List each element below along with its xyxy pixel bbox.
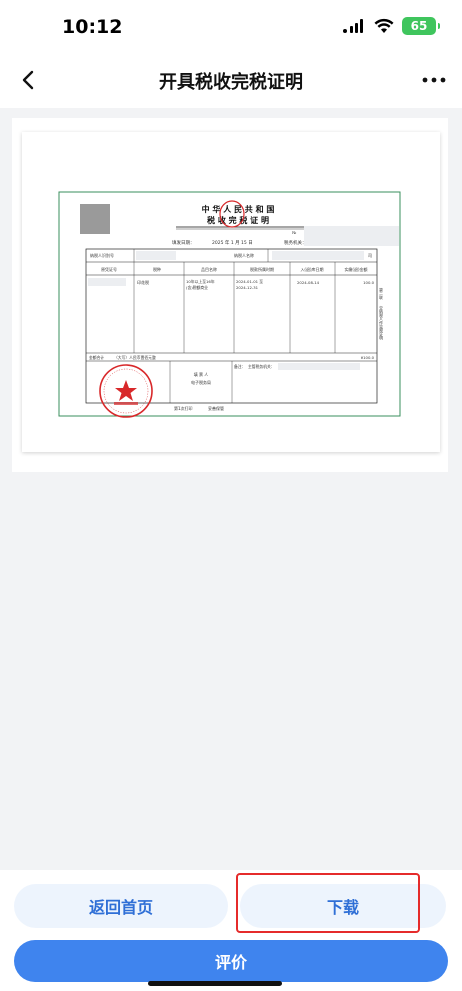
total-amount: ¥100.0 (361, 355, 375, 360)
page-title: 开具税收完税证明 (159, 72, 303, 93)
battery-level: 65 (410, 19, 428, 33)
taxpayer-name-label: 纳税人名称 (234, 252, 254, 258)
col-period: 税款所属时期 (250, 266, 274, 272)
e-tax-label: 电子税务局 (191, 379, 211, 385)
taxpayer-id-blur (136, 251, 176, 260)
certificate-page[interactable]: 中 华 人 民 共 和 国 税 收 完 税 证 明 № 填发日期： 2025 年… (22, 132, 440, 452)
side-note-1: 第二联 (378, 287, 384, 300)
tax-logo (80, 204, 110, 234)
col-entry-date: 入(退)库日期 (300, 266, 323, 272)
nav-bar: 开具税收完税证明 (0, 52, 462, 108)
taxpayer-id-label: 纳税人识别号 (90, 252, 114, 258)
tax-authority-label: 税务机关： (284, 239, 307, 246)
rate-button[interactable]: 评价 (14, 940, 448, 982)
bottom-action-bar: 返回首页 下载 评价 (0, 870, 462, 991)
total-label: 金额合计 (89, 355, 104, 360)
taxpayer-name-blur (272, 251, 364, 260)
cert-no-blur (304, 226, 399, 246)
original-no-blur (88, 278, 126, 286)
row-period-start: 2024-01-01 至 (236, 279, 263, 284)
more-dots-icon[interactable] (418, 66, 450, 94)
total-words: （大写）人民币壹佰元整 (114, 355, 156, 360)
remarks-label: 备注： (234, 364, 245, 369)
col-tax-type: 税种 (153, 266, 161, 272)
col-amount: 实缴(退)金额 (344, 266, 367, 272)
signal-icon (343, 19, 363, 33)
status-icons: 65 (342, 17, 440, 35)
col-original-no: 原凭证号 (101, 266, 117, 272)
wifi-icon (374, 18, 394, 33)
taxpayer-name-suffix: 司 (368, 253, 372, 258)
col-item-name: 品目名称 (201, 266, 217, 272)
preparer-label: 填 票 人 (194, 371, 209, 377)
footer-print: 第1次打印 (174, 405, 193, 411)
status-bar: 10:12 65 (0, 0, 462, 52)
remarks-blur (278, 363, 360, 370)
row-entry-date: 2024-08-14 (297, 280, 320, 285)
cert-no-label: № (292, 230, 296, 235)
fill-date-label: 填发日期： (172, 239, 195, 246)
row-item-line1: 10年以上至16年 (186, 279, 215, 284)
fill-date-value: 2025 年 1 月 15 日 (212, 239, 253, 246)
side-note-2: 交纳税人作完税证明 (378, 305, 384, 340)
footer-keep: 妥善保管 (208, 405, 224, 411)
row-period-end: 2024-12-31 (236, 285, 259, 290)
cert-title-line1: 中 华 人 民 共 和 国 (202, 204, 275, 214)
download-button[interactable]: 下载 (240, 884, 446, 928)
back-home-button[interactable]: 返回首页 (14, 884, 228, 928)
home-indicator (148, 981, 282, 986)
row-tax-type: 印花税 (137, 279, 149, 285)
status-time: 10:12 (62, 16, 123, 38)
remarks-value: 主管税务机关： (248, 364, 275, 369)
tax-certificate: 中 华 人 民 共 和 国 税 收 完 税 证 明 № 填发日期： 2025 年… (58, 191, 401, 418)
row-amount: 100.0 (363, 280, 374, 285)
row-item-line2: (含)税额商业 (186, 285, 208, 290)
document-preview: 中 华 人 民 共 和 国 税 收 完 税 证 明 № 填发日期： 2025 年… (12, 118, 448, 472)
battery-icon: 65 (402, 17, 440, 35)
cert-title-line2: 税 收 完 税 证 明 (207, 215, 269, 225)
